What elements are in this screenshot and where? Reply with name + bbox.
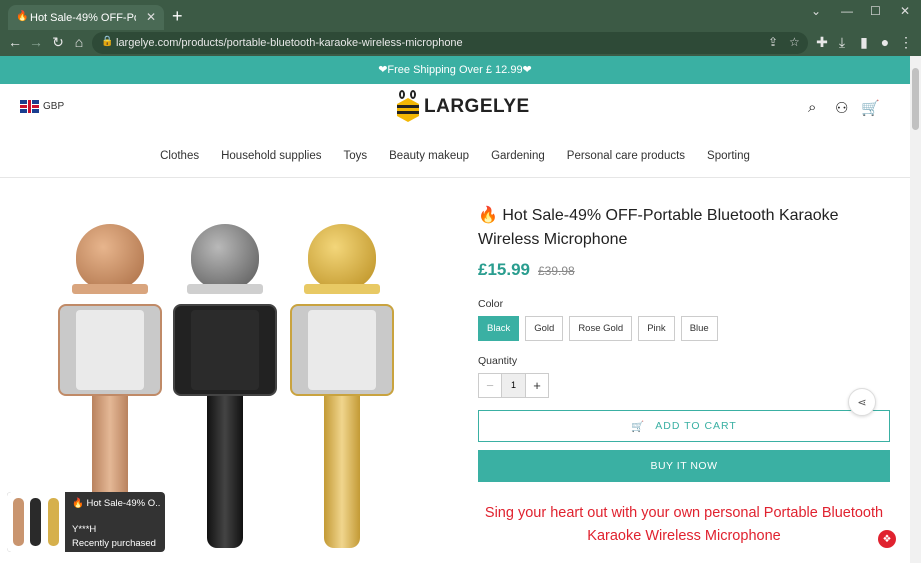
url-text: largelye.com/products/portable-bluetooth… [116, 37, 463, 49]
uk-flag-icon [20, 100, 39, 113]
original-price: £39.98 [538, 264, 575, 278]
currency-selector[interactable]: GBP [20, 100, 64, 113]
cart-icon: 🛒 [631, 420, 646, 433]
page-scrollbar[interactable] [910, 56, 921, 563]
color-option-rose-gold[interactable]: Rose Gold [569, 316, 633, 341]
tab-search-icon[interactable]: ⌄ [811, 4, 821, 18]
color-option-gold[interactable]: Gold [525, 316, 564, 341]
site-header: GBP LARGELYE ⌕ ⚇ 🛒 [0, 84, 910, 134]
add-to-cart-button[interactable]: 🛒 ADD TO CART [478, 410, 890, 442]
browser-toolbar: ← → ↻ ⌂ 🔒 largelye.com/products/portable… [0, 30, 921, 56]
popup-text: 🔥 Hot Sale-49% O... Y***H Recently purch… [65, 492, 160, 552]
product-tagline: Sing your heart out with your own person… [478, 502, 890, 548]
color-option-pink[interactable]: Pink [638, 316, 675, 341]
search-icon[interactable]: ⌕ [808, 99, 816, 116]
popup-buyer: Y***H [72, 524, 97, 535]
account-icon[interactable]: ⚇ [835, 99, 848, 117]
maximize-icon[interactable]: ☐ [870, 4, 881, 18]
reload-icon[interactable]: ↻ [49, 34, 67, 51]
sidebar-icon[interactable]: ▮ [855, 34, 873, 51]
web-page: ❤Free Shipping Over £ 12.99❤ GBP LARGELY… [0, 56, 910, 563]
close-tab-icon[interactable]: ✕ [146, 10, 156, 24]
main-nav: Clothes Household supplies Toys Beauty m… [0, 134, 910, 178]
nav-item-household-supplies[interactable]: Household supplies [221, 150, 321, 162]
browser-tab[interactable]: 🔥 Hot Sale-49% OFF-Portable B ✕ [8, 5, 164, 30]
reward-badge-icon[interactable]: ❖ [878, 530, 896, 548]
bookmark-star-icon[interactable]: ☆ [789, 35, 800, 49]
lock-icon[interactable]: 🔒 [101, 36, 113, 47]
quantity-label: Quantity [478, 355, 518, 367]
menu-icon[interactable]: ⋮ [897, 34, 915, 51]
quantity-stepper: − 1 + [478, 373, 890, 398]
nav-item-gardening[interactable]: Gardening [491, 150, 545, 162]
bee-logo-icon [396, 90, 420, 124]
product-info: 🔥 Hot Sale-49% OFF-Portable Bluetooth Ka… [478, 204, 890, 548]
nav-item-beauty-makeup[interactable]: Beauty makeup [389, 150, 469, 162]
logo-text: LARGELYE [424, 96, 530, 117]
new-tab-icon[interactable]: + [172, 6, 183, 27]
popup-title: 🔥 Hot Sale-49% O... [72, 498, 160, 509]
nav-item-toys[interactable]: Toys [343, 150, 367, 162]
profile-icon[interactable]: ● [876, 34, 894, 50]
close-window-icon[interactable]: ✕ [900, 4, 910, 18]
share-icon[interactable]: ⋖ [848, 388, 876, 416]
tagline-line-2: Karaoke Wireless Microphone [587, 528, 781, 544]
color-option-blue[interactable]: Blue [680, 316, 718, 341]
tab-title: Hot Sale-49% OFF-Portable B [30, 11, 136, 24]
quantity-decrease-button[interactable]: − [478, 373, 502, 398]
address-bar[interactable]: 🔒 largelye.com/products/portable-bluetoo… [92, 32, 808, 54]
product-title: 🔥 Hot Sale-49% OFF-Portable Bluetooth Ka… [478, 207, 839, 248]
currency-label: GBP [43, 101, 65, 112]
color-options: Black Gold Rose Gold Pink Blue [478, 316, 890, 341]
color-label: Color [478, 298, 504, 310]
promo-banner: ❤Free Shipping Over £ 12.99❤ [0, 56, 910, 84]
browser-tab-strip: 🔥 Hot Sale-49% OFF-Portable B ✕ + ⌄ — ☐ … [0, 0, 921, 30]
buy-now-button[interactable]: BUY IT NOW [478, 450, 890, 482]
tagline-line-1: Sing your heart out with your own person… [484, 505, 884, 521]
nav-item-clothes[interactable]: Clothes [160, 150, 199, 162]
back-icon[interactable]: ← [6, 34, 24, 50]
fire-icon: 🔥 [16, 11, 29, 22]
sale-price: £15.99 [478, 260, 530, 279]
color-option-black[interactable]: Black [478, 316, 520, 341]
nav-item-sporting[interactable]: Sporting [707, 150, 750, 162]
site-logo[interactable]: LARGELYE [396, 90, 530, 124]
quantity-input[interactable]: 1 [502, 373, 525, 398]
download-icon[interactable]: ⤓ [833, 34, 851, 51]
home-icon[interactable]: ⌂ [70, 34, 88, 50]
forward-icon[interactable]: → [27, 34, 45, 50]
scrollbar-thumb[interactable] [912, 68, 919, 130]
add-to-cart-label: ADD TO CART [655, 420, 737, 432]
nav-item-personal-care[interactable]: Personal care products [567, 150, 685, 162]
extensions-icon[interactable]: ✚ [813, 34, 831, 51]
popup-status: Recently purchased [72, 538, 156, 549]
share-page-icon[interactable]: ⇪ [768, 35, 778, 49]
recent-purchase-popup[interactable]: 🔥 Hot Sale-49% O... Y***H Recently purch… [7, 492, 165, 552]
cart-icon[interactable]: 🛒 [861, 99, 880, 117]
popup-product-thumbnail [7, 492, 65, 552]
minimize-icon[interactable]: — [841, 4, 853, 18]
quantity-increase-button[interactable]: + [525, 373, 549, 398]
price-row: £15.99 £39.98 [478, 260, 890, 280]
